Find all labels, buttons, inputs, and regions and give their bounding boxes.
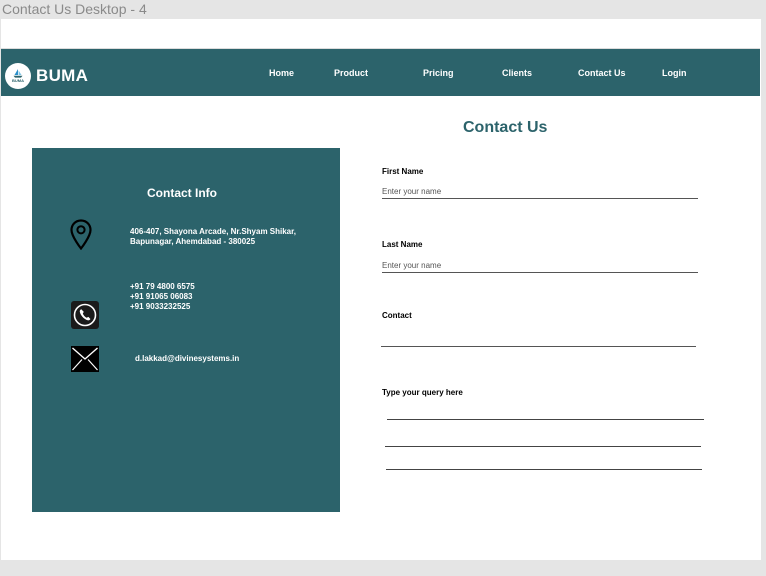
boat-icon: [13, 69, 23, 78]
phone-number[interactable]: +91 91065 06083: [130, 292, 195, 302]
contact-label: Contact: [382, 311, 412, 320]
phone-icon: [71, 301, 99, 329]
nav-pricing[interactable]: Pricing: [423, 68, 454, 78]
page-title: Contact Us: [463, 119, 548, 136]
page-canvas: BUMA BUMA Home Product Pricing Clients C…: [1, 19, 761, 560]
brand-name[interactable]: BUMA: [36, 66, 88, 86]
query-label: Type your query here: [382, 388, 463, 397]
phone-numbers: +91 79 4800 6575 +91 91065 06083 +91 903…: [130, 282, 195, 312]
first-name-input[interactable]: [382, 185, 698, 199]
address-line: 406-407, Shayona Arcade, Nr.Shyam Shikar…: [130, 227, 297, 236]
brand-logo[interactable]: BUMA: [5, 63, 31, 89]
last-name-input[interactable]: [382, 259, 698, 273]
nav-contact-us[interactable]: Contact Us: [578, 68, 626, 78]
query-line[interactable]: [385, 446, 701, 447]
nav-clients[interactable]: Clients: [502, 68, 532, 78]
frame-label: Contact Us Desktop - 4: [2, 1, 147, 17]
phone-number[interactable]: +91 79 4800 6575: [130, 282, 195, 292]
contact-input[interactable]: [381, 333, 696, 347]
address-text: 406-407, Shayona Arcade, Nr.Shyam Shikar…: [130, 227, 296, 247]
phone-number[interactable]: +91 9033232525: [130, 302, 195, 312]
envelope-icon: [71, 346, 99, 372]
top-navbar: BUMA BUMA Home Product Pricing Clients C…: [1, 48, 760, 96]
email-text[interactable]: d.lakkad@divinesystems.in: [135, 354, 239, 364]
email-address[interactable]: d.lakkad@divinesystems.in: [135, 354, 239, 364]
map-pin-icon: [70, 219, 92, 250]
nav-login[interactable]: Login: [662, 68, 687, 78]
nav-product[interactable]: Product: [334, 68, 368, 78]
logo-text: BUMA: [12, 78, 24, 83]
contact-info-card: Contact Info 406-407, Shayona Arcade, Nr…: [32, 148, 340, 512]
first-name-label: First Name: [382, 167, 424, 176]
query-line[interactable]: [387, 419, 704, 420]
nav-home[interactable]: Home: [269, 68, 294, 78]
query-line[interactable]: [386, 469, 702, 470]
address-line: Bapunagar, Ahemdabad - 380025: [130, 237, 256, 246]
contact-info-title: Contact Info: [147, 186, 217, 200]
last-name-label: Last Name: [382, 240, 423, 249]
